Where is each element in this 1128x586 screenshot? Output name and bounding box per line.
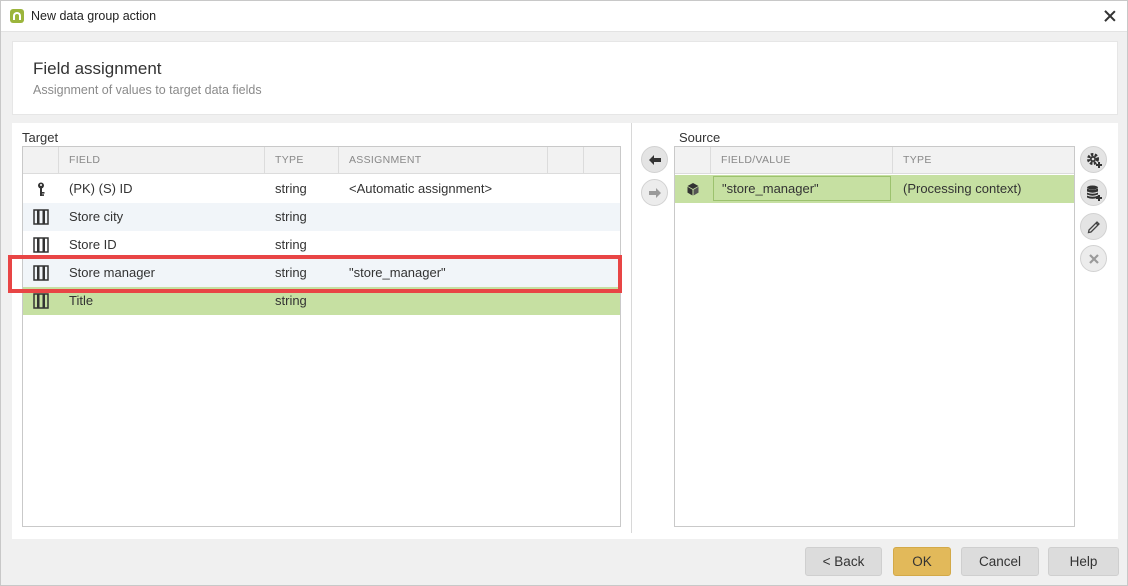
add-data-field-button[interactable] [1080, 179, 1107, 206]
remove-right-button[interactable] [641, 179, 668, 206]
content-area: Target FIELD TYPE ASSIGNMENT (PK) (S) ID… [12, 123, 1118, 539]
title-bar: New data group action [1, 1, 1127, 32]
target-col-extra-2 [584, 147, 620, 174]
field-cell: Title [69, 293, 94, 308]
pencil-icon [1087, 220, 1100, 233]
help-button[interactable]: Help [1048, 547, 1119, 576]
close-icon[interactable] [1101, 7, 1119, 25]
arrow-right-icon [648, 187, 661, 198]
table-row[interactable]: Store city string [23, 203, 620, 231]
type-cell: string [275, 293, 307, 308]
cube-icon [685, 181, 701, 197]
type-cell: string [275, 181, 307, 196]
gear-add-icon [1086, 152, 1102, 168]
assignment-cell: <Automatic assignment> [349, 181, 493, 196]
app-logo-icon [10, 9, 24, 23]
window-title: New data group action [31, 9, 157, 23]
source-grid-header: FIELD/VALUE TYPE [675, 147, 1074, 174]
type-cell: string [275, 265, 307, 280]
page-title: Field assignment [33, 59, 162, 78]
cancel-button[interactable]: Cancel [961, 547, 1039, 576]
field-cell: Store city [69, 209, 124, 224]
back-button[interactable]: < Back [805, 547, 882, 576]
target-grid-header: FIELD TYPE ASSIGNMENT [23, 147, 620, 174]
field-cell: (PK) (S) ID [69, 181, 133, 196]
target-col-type[interactable]: TYPE [265, 147, 339, 174]
target-label: Target [22, 130, 59, 145]
field-cell: Store ID [69, 237, 117, 252]
assignment-cell [339, 287, 349, 315]
source-grid: FIELD/VALUE TYPE "store_manager" (Proces… [674, 146, 1075, 527]
page-subtitle: Assignment of values to target data fiel… [33, 83, 262, 97]
table-row[interactable]: Store ID string [23, 231, 620, 259]
field-cell: Store manager [69, 265, 155, 280]
table-row[interactable]: Title string [23, 287, 620, 315]
source-label: Source [679, 130, 721, 145]
table-row[interactable]: "store_manager" (Processing context) [675, 175, 1074, 203]
assignment-cell [339, 231, 349, 259]
source-col-value[interactable]: FIELD/VALUE [711, 147, 893, 174]
target-grid: FIELD TYPE ASSIGNMENT (PK) (S) ID string… [22, 146, 621, 527]
assignment-cell [339, 203, 349, 231]
field-icon [33, 265, 49, 281]
type-cell: string [275, 209, 307, 224]
key-icon [33, 181, 49, 197]
target-col-assignment[interactable]: ASSIGNMENT [339, 147, 548, 174]
field-icon [33, 209, 49, 225]
assign-left-button[interactable] [641, 146, 668, 173]
target-col-extra-1 [548, 147, 584, 174]
database-add-icon [1086, 185, 1102, 201]
source-value-input[interactable]: "store_manager" [713, 176, 891, 201]
ok-button[interactable]: OK [893, 547, 951, 576]
target-col-field[interactable]: FIELD [59, 147, 265, 174]
table-row[interactable]: (PK) (S) ID string <Automatic assignment… [23, 175, 620, 203]
field-icon [33, 237, 49, 253]
delete-source-button[interactable] [1080, 245, 1107, 272]
add-expression-button[interactable] [1080, 146, 1107, 173]
assignment-cell: "store_manager" [349, 265, 446, 280]
dialog-window: New data group action Field assignment A… [0, 0, 1128, 586]
edit-source-button[interactable] [1080, 213, 1107, 240]
header-panel: Field assignment Assignment of values to… [12, 41, 1118, 115]
target-col-icon [23, 147, 59, 174]
delete-icon [1088, 253, 1099, 264]
source-col-icon [675, 147, 711, 174]
type-cell: (Processing context) [903, 181, 1022, 196]
panel-divider [631, 123, 632, 533]
arrow-left-icon [648, 154, 661, 165]
table-row[interactable]: Store manager string "store_manager" [23, 259, 620, 287]
field-icon [33, 293, 49, 309]
source-col-type[interactable]: TYPE [893, 147, 1074, 174]
type-cell: string [275, 237, 307, 252]
